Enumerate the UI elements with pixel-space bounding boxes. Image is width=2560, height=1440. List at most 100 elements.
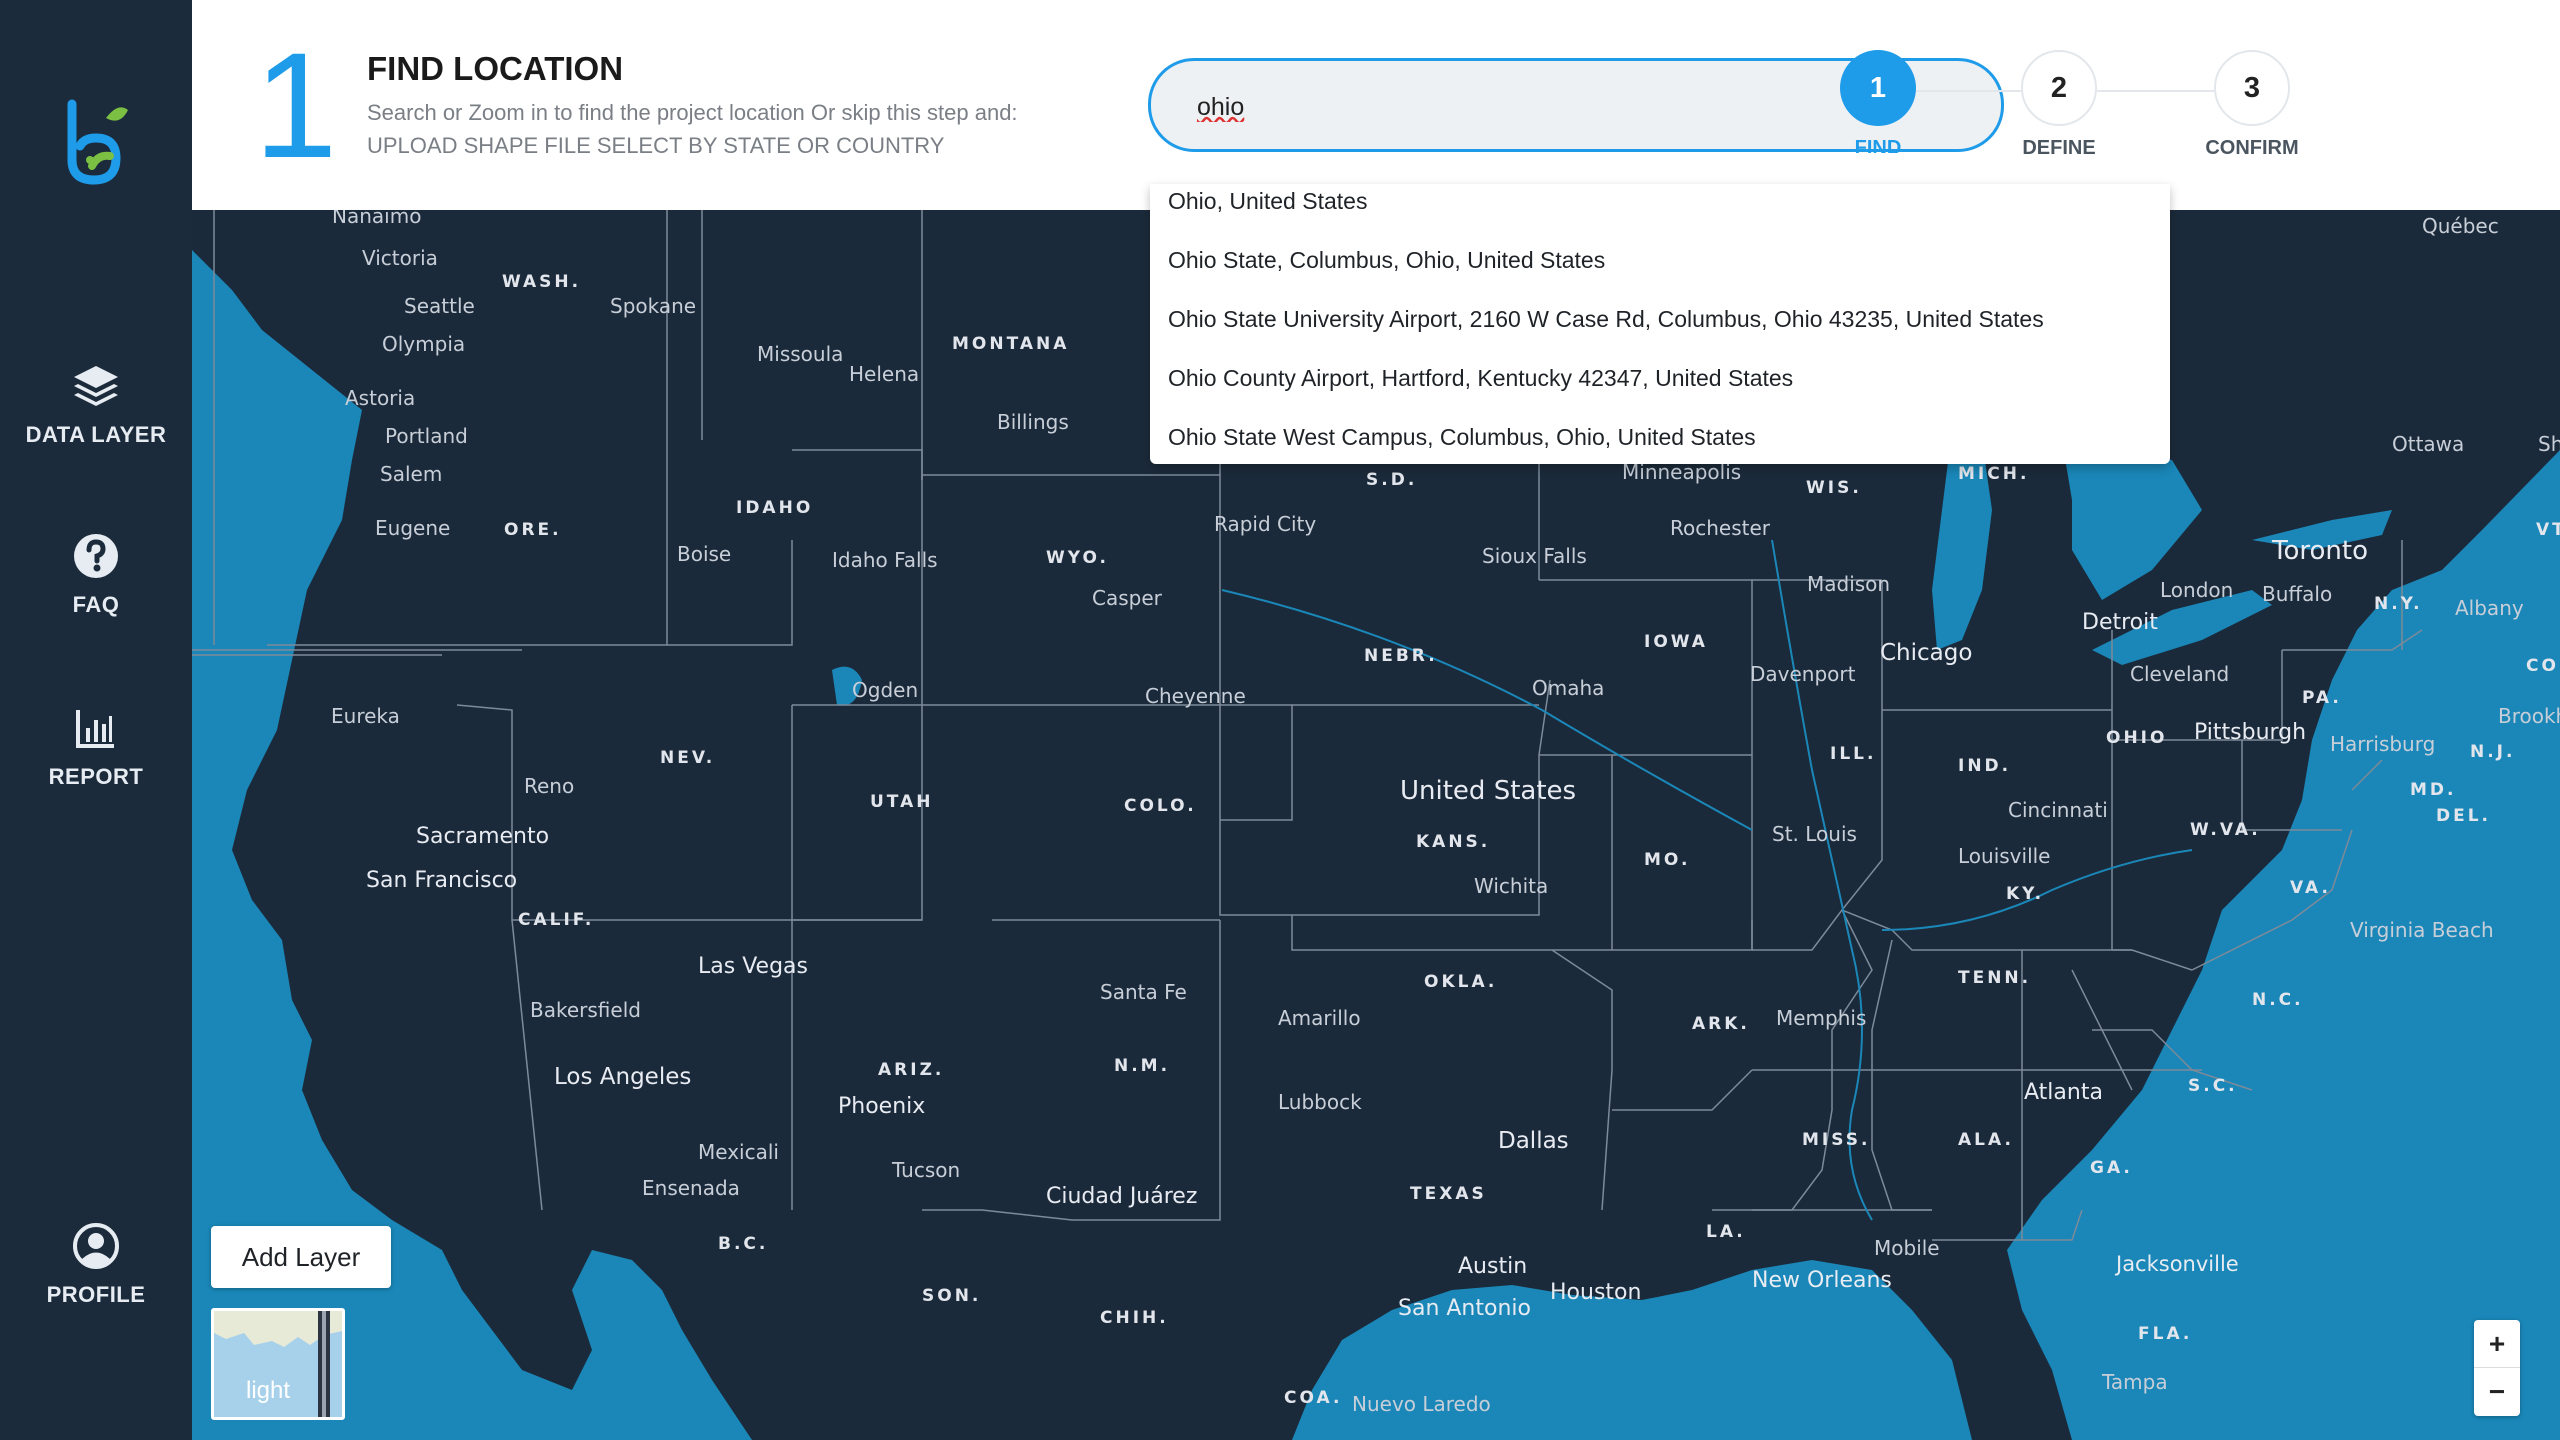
description-line: Search or Zoom in to find the project lo… [367,100,1018,125]
map-state-label: WIS. [1806,478,1862,498]
suggestion-item[interactable]: Ohio County Airport, Hartford, Kentucky … [1168,365,1793,392]
step-confirm[interactable]: 3 [2214,50,2290,126]
map-city-label: Salem [380,462,443,486]
map-city-label: Cleveland [2130,662,2230,686]
map-city-label: San Antonio [1398,1296,1531,1321]
map-state-label: SON. [922,1286,982,1306]
map-state-label: UTAH [870,792,934,812]
map-state-label: N.J. [2470,742,2516,762]
map-state-label: MONTANA [952,334,1070,354]
step-find[interactable]: 1 [1840,50,1916,126]
sidebar-item-faq[interactable]: FAQ [0,532,192,618]
bar-chart-icon [76,710,114,748]
map-city-label: Memphis [1776,1006,1867,1030]
map-state-label: ARIZ. [878,1060,945,1080]
map-city-label: Ottawa [2392,432,2465,456]
app-logo[interactable] [62,96,132,186]
description-line: UPLOAD SHAPE FILE SELECT BY STATE OR COU… [367,133,945,158]
suggestion-item[interactable]: Ohio State University Airport, 2160 W Ca… [1168,306,2044,333]
step-number: 1 [254,21,338,189]
suggestion-item[interactable]: Ohio State West Campus, Columbus, Ohio, … [1168,424,1756,451]
map-state-label: CON [2526,656,2560,676]
map-state-label: NEBR. [1364,646,1438,666]
zoom-in-button[interactable]: + [2474,1320,2520,1368]
sidebar-item-label: FAQ [72,592,120,617]
add-layer-button[interactable]: Add Layer [211,1226,391,1288]
map-city-label: Buffalo [2262,582,2333,606]
sidebar-item-label: PROFILE [46,1282,146,1307]
map-state-label: B.C. [718,1234,769,1254]
suggestion-item[interactable]: Ohio, United States [1168,188,1367,215]
map-city-label: Lubbock [1278,1090,1362,1114]
sidebar: DATA LAYER FAQ REPORT PROFILE [0,0,192,1440]
sidebar-item-label: REPORT [48,764,144,789]
map-state-label: N.M. [1114,1056,1171,1076]
map-city-label: Nuevo Laredo [1352,1392,1491,1416]
map-state-label: IDAHO [736,498,814,518]
map-state-label: WASH. [502,272,582,292]
map-city-label: Cincinnati [2008,798,2108,822]
map-city-label: Austin [1458,1254,1528,1279]
map-city-label: Detroit [2082,610,2158,635]
map-city-label: Davenport [1750,662,1856,686]
map-state-label: N.Y. [2374,594,2423,614]
map-city-label: Las Vegas [698,954,808,979]
map-state-label: W.VA. [2190,820,2261,840]
map-state-label: DEL. [2436,806,2492,826]
map-city-label: Jacksonville [2116,1252,2239,1276]
map-city-label: Albany [2455,596,2524,620]
map-state-label: MO. [1644,850,1691,870]
map-city-label: Mexicali [698,1140,779,1164]
page-description: Search or Zoom in to find the project lo… [367,96,1087,162]
sidebar-item-profile[interactable]: PROFILE [0,1222,192,1308]
map-city-label: Astoria [345,386,416,410]
map-state-label: COLO. [1124,796,1197,816]
user-circle-icon [73,1223,119,1269]
basemap-switcher[interactable]: light [211,1308,345,1420]
map-state-label: VT [2536,520,2560,540]
map-city-label: London [2160,578,2234,602]
map-state-label: CHIH. [1100,1308,1169,1328]
map-city-label: Spokane [610,294,697,318]
map-city-label: Pittsburgh [2194,720,2307,745]
map-state-label: ARK. [1692,1014,1750,1034]
map-city-label: Louisville [1958,844,2051,868]
map-city-label: Victoria [362,246,438,270]
map-state-label: VA. [2290,878,2331,898]
map-city-label: Atlanta [2024,1080,2103,1105]
suggestion-item[interactable]: Ohio State, Columbus, Ohio, United State… [1168,247,1605,274]
map-city-label: Ogden [852,678,919,702]
map-city-label: Dallas [1498,1128,1569,1154]
map-state-label: KANS. [1416,832,1491,852]
step-label: FIND [1854,137,1902,153]
map-state-label: TEXAS [1410,1184,1487,1204]
map-country-label: United States [1400,776,1577,806]
step-label: DEFINE [2022,137,2096,159]
map-city-label: Billings [997,410,1069,434]
step-connector [1916,90,2021,92]
map-city-label: Wichita [1474,874,1549,898]
map-city-label: Chicago [1880,640,1973,666]
step-define[interactable]: 2 [2021,50,2097,126]
layers-icon [74,366,118,406]
zoom-out-button[interactable]: − [2474,1368,2520,1416]
sidebar-item-report[interactable]: REPORT [0,704,192,790]
basemap-label: light [246,1377,291,1404]
map-state-label: GA. [2090,1158,2133,1178]
sidebar-item-data-layer[interactable]: DATA LAYER [0,362,192,448]
map-city-label: Eureka [331,704,400,728]
map-city-label: Harrisburg [2330,732,2436,756]
map-state-label: TENN. [1958,968,2032,988]
map-state-label: N.C. [2252,990,2304,1010]
map-city-label: Reno [524,774,575,798]
map-state-label: LA. [1706,1222,1746,1242]
map-state-label: KY. [2006,884,2045,904]
map-state-label: MISS. [1802,1130,1871,1150]
map-state-label: NEV. [660,748,716,768]
map-city-label: Bakersfield [530,998,641,1022]
map-city-label: Helena [849,362,920,386]
step-label: CONFIRM [2205,137,2299,159]
map-city-label: Québec [2422,214,2499,238]
page-title: FIND LOCATION [367,50,624,87]
map-city-label: Olympia [382,332,466,356]
